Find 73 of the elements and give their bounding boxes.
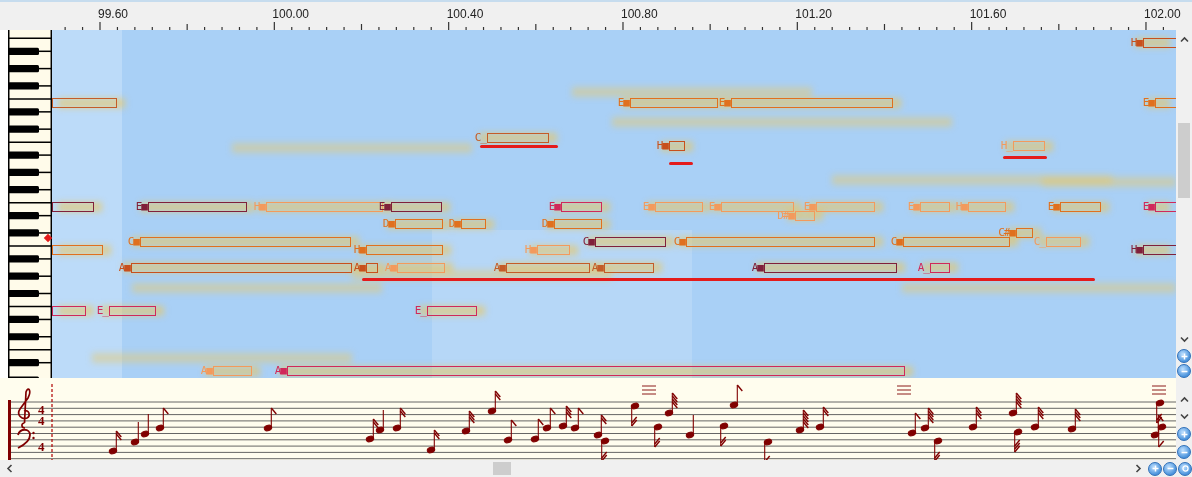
- note-label: A_: [917, 262, 929, 273]
- zoom-in-button[interactable]: [1177, 427, 1191, 441]
- time-label: 100.00: [272, 7, 310, 21]
- zoom-out-button[interactable]: [1177, 364, 1191, 378]
- note-label: E■: [642, 202, 654, 212]
- chevron-up-icon: [1179, 34, 1189, 44]
- chevron-right-icon: [1133, 464, 1143, 473]
- note-label: A■: [751, 262, 763, 273]
- chevron-down-icon: [1179, 334, 1189, 344]
- note-label: A■: [353, 262, 365, 273]
- note-label: H■: [524, 245, 536, 256]
- time-signature-digit: 4: [38, 415, 45, 427]
- time-signature-digit: 4: [38, 404, 45, 416]
- zoom-in-button[interactable]: [1177, 349, 1191, 363]
- pitch-line: [669, 161, 693, 165]
- note-label: H■: [1130, 37, 1142, 48]
- note-label: E■: [1142, 202, 1154, 212]
- note-label: E_: [414, 305, 426, 316]
- zoom-fit-button[interactable]: [1178, 461, 1192, 476]
- note-label: E■: [617, 98, 629, 109]
- note-label: E■: [803, 202, 815, 212]
- zoom-out-button[interactable]: [1163, 461, 1177, 476]
- scroll-thumb[interactable]: [1178, 123, 1190, 198]
- staff-brace: [8, 400, 11, 460]
- scroll-thumb[interactable]: [493, 462, 511, 475]
- time-label: 102.00: [1143, 7, 1181, 21]
- note-label: D■: [448, 219, 460, 230]
- note-label: D■: [541, 219, 553, 230]
- note-label: E_: [96, 305, 108, 316]
- note-label: E■: [378, 202, 390, 212]
- note-label: A■: [384, 262, 396, 273]
- note-label: C#■: [998, 227, 1015, 238]
- chevron-left-icon: [4, 464, 14, 473]
- note-label: H■: [1130, 245, 1142, 256]
- circle-icon: [1179, 463, 1191, 474]
- note-label: E■: [135, 202, 147, 212]
- note-label: C■: [673, 236, 685, 247]
- note-label: E■: [1047, 202, 1059, 212]
- note-label: A■: [493, 262, 505, 273]
- treble-clef-icon: [17, 388, 31, 429]
- time-signature-digit: 4: [38, 441, 45, 453]
- position-marker-icon: [43, 233, 53, 243]
- chevron-down-icon: [1179, 411, 1189, 421]
- note-label: H_: [1000, 141, 1012, 152]
- pitch-line: [1003, 155, 1047, 159]
- note-label: H■: [353, 245, 365, 256]
- note-label: H■: [253, 202, 265, 212]
- note-label: A■: [591, 262, 603, 273]
- note-label: C■: [890, 236, 902, 247]
- note-label: E■: [718, 98, 730, 109]
- time-label: 100.80: [621, 7, 658, 21]
- zoom-in-button[interactable]: [1148, 461, 1162, 476]
- note-label: D■: [382, 219, 394, 230]
- time-label: 101.20: [795, 7, 832, 21]
- chevron-up-icon: [1179, 394, 1189, 404]
- note-label: C_: [1033, 236, 1045, 247]
- time-label: 101.60: [969, 7, 1007, 21]
- bass-clef-icon: [17, 428, 35, 449]
- note-label: E■: [907, 202, 919, 212]
- note-label: H■: [656, 141, 668, 152]
- note-label: A■: [274, 366, 286, 377]
- note-label: C■: [582, 236, 594, 247]
- note-label: E■: [708, 202, 720, 212]
- time-label: 99.60: [98, 7, 129, 21]
- note-label: A■: [200, 366, 212, 377]
- note-label: E■: [1142, 98, 1154, 109]
- time-label: 100.40: [446, 7, 484, 21]
- note-label: C_: [474, 132, 486, 143]
- note-label: E■: [548, 202, 560, 212]
- note-label: C■: [127, 236, 139, 247]
- note-label: A■: [118, 262, 130, 273]
- note-label: H■: [955, 202, 967, 212]
- zoom-out-button[interactable]: [1177, 445, 1191, 459]
